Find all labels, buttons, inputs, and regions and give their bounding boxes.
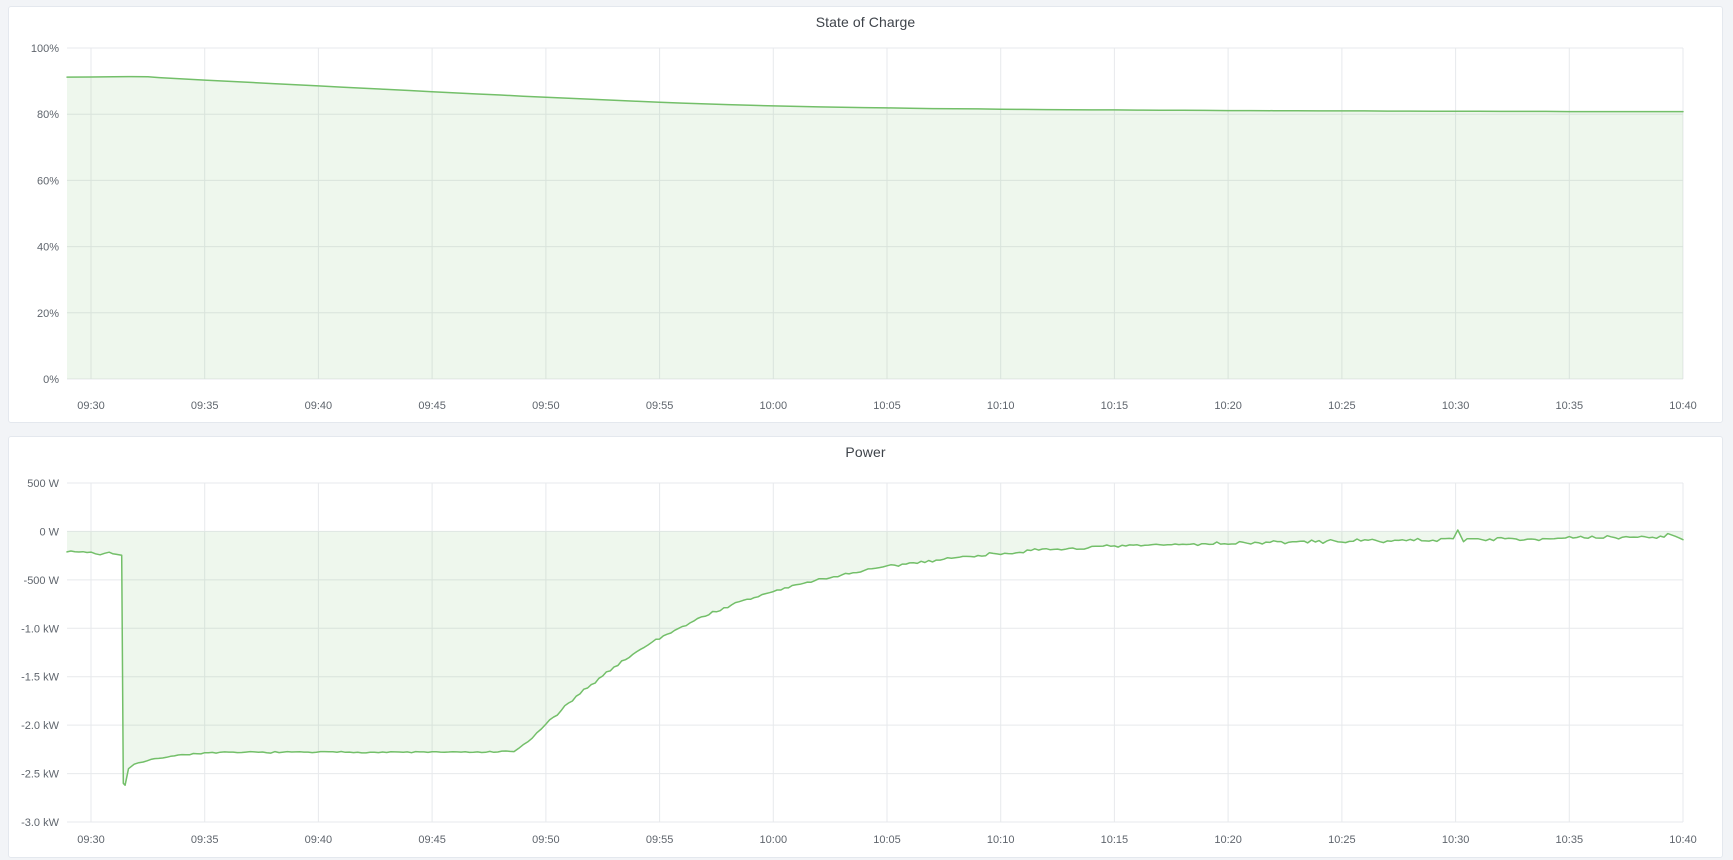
state-of-charge-chart[interactable]: 100% 80% 60% 40% 20% 0% 09:30 09:35 09:40 09:45 09… — [9, 7, 1722, 420]
power-chart[interactable]: 500 W 0 W -500 W -1.0 kW -1.5 kW -2.0 kW -2.5 … — [9, 437, 1722, 855]
y-tick-label: 60% — [37, 175, 59, 187]
x-tick-label: 09:30 — [77, 400, 105, 412]
y-tick-label: -2.0 kW — [21, 720, 60, 732]
x-tick-label: 09:55 — [646, 834, 674, 846]
x-tick-label: 10:30 — [1442, 400, 1470, 412]
x-tick-label: 09:50 — [532, 400, 560, 412]
x-tick-label: 10:35 — [1556, 400, 1584, 412]
x-tick-label: 10:00 — [760, 834, 788, 846]
y-tick-label: -1.0 kW — [21, 623, 60, 635]
y-tick-label: 0 W — [39, 526, 59, 538]
x-tick-label: 10:00 — [760, 400, 788, 412]
y-tick-label: -3.0 kW — [21, 817, 60, 829]
y-tick-label: -500 W — [24, 575, 60, 587]
x-tick-label: 10:05 — [873, 834, 901, 846]
x-tick-label: 09:45 — [418, 400, 446, 412]
x-tick-label: 09:40 — [305, 834, 333, 846]
x-tick-label: 09:40 — [305, 400, 333, 412]
y-tick-label: 0% — [43, 374, 59, 386]
y-tick-label: 80% — [37, 109, 59, 121]
x-tick-label: 10:20 — [1214, 400, 1242, 412]
x-tick-label: 10:10 — [987, 400, 1015, 412]
x-tick-label: 10:25 — [1328, 834, 1356, 846]
x-tick-label: 10:10 — [987, 834, 1015, 846]
state-of-charge-series-fill — [67, 77, 1683, 379]
x-tick-label: 09:35 — [191, 400, 219, 412]
x-tick-label: 09:30 — [77, 834, 105, 846]
x-tick-label: 10:20 — [1214, 834, 1242, 846]
panel-power: Power 500 W0 W-500 W-1.0 kW-1.5 kW-2.0 k… — [8, 436, 1723, 858]
y-tick-label: -1.5 kW — [21, 672, 60, 684]
x-tick-label: 10:25 — [1328, 400, 1356, 412]
x-tick-label: 10:15 — [1101, 834, 1129, 846]
x-tick-label: 10:15 — [1101, 400, 1129, 412]
panel-state-of-charge: State of Charge 100%80%60%40%20%0%09:300… — [8, 6, 1723, 423]
x-tick-label: 10:40 — [1669, 400, 1697, 412]
y-tick-label: 40% — [37, 242, 59, 254]
y-tick-label: 500 W — [27, 478, 59, 490]
x-tick-label: 10:30 — [1442, 834, 1470, 846]
y-tick-label: 20% — [37, 308, 59, 320]
x-tick-label: 09:45 — [418, 834, 446, 846]
x-tick-label: 09:35 — [191, 834, 219, 846]
y-tick-label: 100% — [31, 43, 59, 55]
y-tick-label: -2.5 kW — [21, 769, 60, 781]
x-tick-label: 09:55 — [646, 400, 674, 412]
x-tick-label: 10:35 — [1556, 834, 1584, 846]
x-tick-label: 09:50 — [532, 834, 560, 846]
x-tick-label: 10:40 — [1669, 834, 1697, 846]
x-tick-label: 10:05 — [873, 400, 901, 412]
